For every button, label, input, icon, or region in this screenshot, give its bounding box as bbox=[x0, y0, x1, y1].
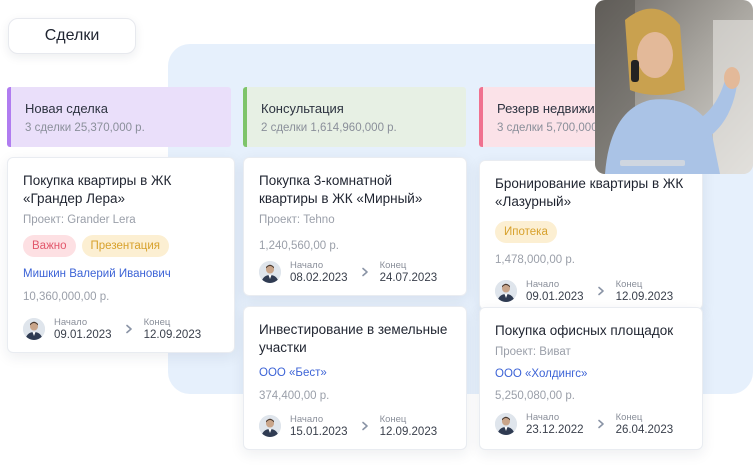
chevron-right-icon bbox=[360, 421, 370, 431]
end-date: 24.07.2023 bbox=[379, 272, 438, 284]
end-date: 12.09.2023 bbox=[615, 291, 674, 303]
deal-project: Проект: Виват bbox=[495, 346, 571, 358]
deal-dates: Начало 09.01.2023 Конец 12.09.2023 bbox=[495, 279, 673, 303]
end-date: 26.04.2023 bbox=[615, 424, 674, 436]
deal-title: Покупка офисных площадок bbox=[495, 323, 674, 338]
tag-mortgage[interactable]: Ипотека bbox=[495, 221, 557, 243]
deal-title: Инвестирование в земельные участки bbox=[259, 322, 448, 355]
column-name: Консультация bbox=[261, 101, 344, 116]
end-label: Конец bbox=[615, 412, 643, 423]
column-meta: 2 сделки 1,614,960,000 р. bbox=[261, 122, 397, 134]
end-label: Конец bbox=[143, 317, 171, 328]
column-name: Резерв недвижимости bbox=[497, 101, 609, 116]
deal-company-link[interactable]: ООО «Бест» bbox=[259, 367, 451, 379]
start-date: 09.01.2023 bbox=[526, 291, 584, 303]
deal-card[interactable]: Покупка офисных площадок Проект: Виват О… bbox=[479, 307, 703, 450]
avatar[interactable] bbox=[259, 261, 281, 283]
deal-card[interactable]: Покупка квартиры в ЖК «Грандер Лера» Про… bbox=[7, 157, 235, 353]
chevron-right-icon bbox=[596, 286, 606, 296]
deal-price: 1,478,000,00 р. bbox=[495, 254, 575, 266]
start-label: Начало bbox=[54, 317, 88, 328]
start-date: 23.12.2022 bbox=[526, 424, 584, 436]
tag-important[interactable]: Важно bbox=[23, 235, 76, 257]
deal-price: 1,240,560,00 р. bbox=[259, 240, 339, 252]
deal-title: Бронирование квартиры в ЖК «Лазурный» bbox=[495, 176, 684, 209]
chevron-right-icon bbox=[360, 267, 370, 277]
deal-card[interactable]: Покупка 3-комнатной квартиры в ЖК «Мирны… bbox=[243, 157, 467, 296]
deal-card[interactable]: Инвестирование в земельные участки ООО «… bbox=[243, 306, 467, 450]
start-date: 08.02.2023 bbox=[290, 272, 348, 284]
deal-company-link[interactable]: ООО «Холдингс» bbox=[495, 368, 687, 380]
deal-dates: Начало 15.01.2023 Конец 12.09.2023 bbox=[259, 414, 437, 438]
start-label: Начало bbox=[290, 414, 324, 425]
deal-dates: Начало 23.12.2022 Конец 26.04.2023 bbox=[495, 412, 673, 436]
deal-dates: Начало 09.01.2023 Конец 12.09.2023 bbox=[23, 317, 201, 341]
avatar[interactable] bbox=[259, 415, 281, 437]
deal-price: 374,400,00 р. bbox=[259, 390, 330, 402]
end-label: Конец bbox=[379, 260, 407, 271]
deal-price: 10,360,000,00 р. bbox=[23, 291, 110, 303]
end-date: 12.09.2023 bbox=[143, 329, 202, 341]
avatar[interactable] bbox=[23, 318, 45, 340]
deal-person-link[interactable]: Мишкин Валерий Иванович bbox=[23, 268, 219, 280]
deal-price: 5,250,080,00 р. bbox=[495, 390, 575, 402]
start-label: Начало bbox=[526, 412, 560, 423]
deal-title: Покупка 3-комнатной квартиры в ЖК «Мирны… bbox=[259, 173, 423, 206]
end-label: Конец bbox=[379, 414, 407, 425]
end-date: 12.09.2023 bbox=[379, 426, 438, 438]
start-label: Начало bbox=[526, 279, 560, 290]
column-new-deal[interactable]: Новая сделка 3 сделки 25,370,000 р. bbox=[7, 87, 231, 147]
column-consultation[interactable]: Консультация 2 сделки 1,614,960,000 р. bbox=[243, 87, 466, 147]
deal-project: Проект: Tehno bbox=[259, 214, 335, 226]
woman-on-phone-photo bbox=[595, 0, 753, 174]
tag-presentation[interactable]: Презентация bbox=[81, 235, 169, 257]
chevron-right-icon bbox=[596, 419, 606, 429]
deal-title: Покупка квартиры в ЖК «Грандер Лера» bbox=[23, 173, 172, 206]
chevron-right-icon bbox=[124, 324, 134, 334]
column-meta: 3 сделки 25,370,000 р. bbox=[25, 122, 145, 134]
deal-project: Проект: Grander Lera bbox=[23, 214, 136, 226]
column-meta: 3 сделки 5,700,000 р. bbox=[497, 122, 609, 134]
deal-dates: Начало 08.02.2023 Конец 24.07.2023 bbox=[259, 260, 437, 284]
avatar[interactable] bbox=[495, 413, 517, 435]
deals-title-button[interactable]: Сделки bbox=[8, 18, 136, 54]
deal-card[interactable]: Бронирование квартиры в ЖК «Лазурный» Ип… bbox=[479, 160, 703, 310]
start-label: Начало bbox=[290, 260, 324, 271]
avatar[interactable] bbox=[495, 280, 517, 302]
start-date: 09.01.2023 bbox=[54, 329, 112, 341]
column-reserve[interactable]: Резерв недвижимости 3 сделки 5,700,000 р… bbox=[479, 87, 609, 147]
column-name: Новая сделка bbox=[25, 101, 108, 116]
start-date: 15.01.2023 bbox=[290, 426, 348, 438]
end-label: Конец bbox=[615, 279, 643, 290]
